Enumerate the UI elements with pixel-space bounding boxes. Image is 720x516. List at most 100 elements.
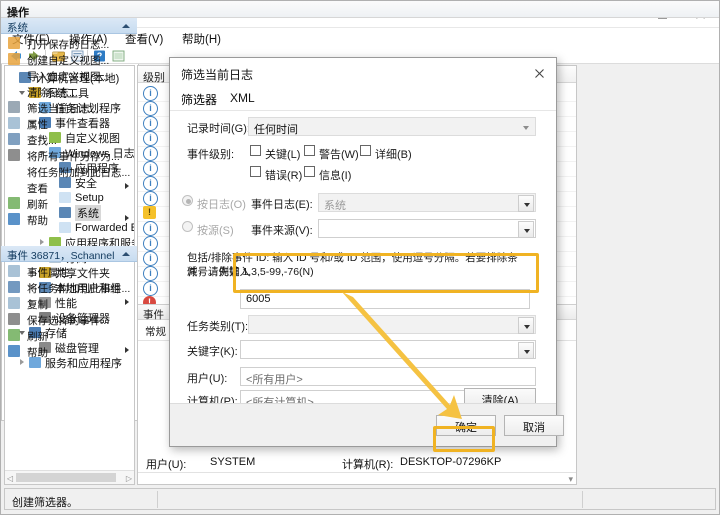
task-icon: [8, 281, 20, 293]
filter-icon: [8, 101, 20, 113]
detail-expand-caret[interactable]: ▾: [568, 474, 573, 484]
radio-by-source-label: 按源(S): [197, 225, 234, 237]
action-item-copy-icon[interactable]: 复制: [1, 295, 137, 311]
refresh-icon: [8, 197, 20, 209]
action-item-refresh-icon[interactable]: 刷新: [1, 195, 137, 211]
actions-group-system-label: 系统: [7, 22, 28, 34]
help-icon: [8, 345, 20, 357]
cancel-button[interactable]: 取消: [504, 415, 564, 436]
logged-combobox[interactable]: 任何时间: [248, 117, 536, 136]
dialog-close-icon[interactable]: [522, 58, 556, 88]
folder-open-icon: [8, 37, 20, 49]
status-bar: 创建筛选器。: [4, 488, 716, 510]
tree-twisty-right-icon[interactable]: [18, 358, 27, 367]
dialog-title: 筛选当前日志: [181, 68, 254, 82]
action-item-label: 筛选当前日志...: [27, 103, 99, 115]
chevron-up-icon-2[interactable]: [122, 252, 130, 256]
action-item-label: 将所有事件另存为...: [27, 151, 120, 163]
chevron-down-icon-eventsource[interactable]: [518, 221, 534, 238]
action-item-folder-open-icon[interactable]: 打开保存的日志...: [1, 35, 137, 51]
dialog-user-label: 用户(U):: [187, 373, 228, 385]
find-icon: [8, 133, 20, 145]
action-item-none[interactable]: 查看: [1, 179, 137, 195]
checkbox-critical-label: 关键(L): [265, 149, 301, 161]
properties-icon: [8, 117, 20, 129]
checkbox-critical[interactable]: [250, 145, 261, 156]
dialog-tabstrip: 筛选器 XML: [170, 88, 556, 112]
event-log-label: 事件日志(E):: [251, 199, 313, 211]
event-log-combobox[interactable]: 系统: [318, 193, 536, 212]
event-detail-header-label: 事件: [143, 309, 164, 321]
tab-xml[interactable]: XML: [230, 91, 255, 105]
chevron-down-icon-keywords[interactable]: [518, 342, 534, 359]
logged-label: 记录时间(G):: [187, 123, 250, 135]
tab-filter[interactable]: 筛选器: [177, 91, 221, 112]
detail-computer-label: 计算机(R):: [342, 459, 394, 471]
tree-horizontal-scrollbar[interactable]: ◁ ▷: [5, 470, 134, 484]
checkbox-warning[interactable]: [304, 145, 315, 156]
action-item-save-icon[interactable]: 保存选择的事件...: [1, 311, 137, 327]
tree-scroll-thumb[interactable]: [16, 473, 116, 482]
action-item-label: 刷新: [27, 199, 48, 211]
action-item-task-icon[interactable]: 将任务附加到此事件...: [1, 279, 137, 295]
checkbox-error[interactable]: [250, 166, 261, 177]
column-header-level-label: 级别: [143, 72, 165, 84]
radio-by-source[interactable]: [182, 221, 193, 232]
action-item-label: 帮助: [27, 347, 48, 359]
actions-group-system[interactable]: 系统: [1, 18, 137, 34]
status-bar-text: 创建筛选器。: [12, 497, 78, 509]
keywords-combobox[interactable]: [240, 340, 536, 359]
checkbox-verbose[interactable]: [360, 145, 371, 156]
action-item-help-icon[interactable]: 帮助: [1, 211, 137, 227]
submenu-arrow-icon[interactable]: [125, 183, 129, 189]
task-category-combobox[interactable]: [248, 315, 536, 334]
dialog-user-value: <所有用户>: [246, 374, 303, 386]
checkbox-warning-label: 警告(W): [319, 149, 359, 161]
action-item-save-icon[interactable]: 将所有事件另存为...: [1, 147, 137, 163]
save-icon: [8, 313, 20, 325]
ok-button[interactable]: 确定: [436, 415, 496, 436]
action-item-none[interactable]: 导入自定义视图...: [1, 67, 137, 83]
copy-icon: [8, 297, 20, 309]
checkbox-information[interactable]: [304, 166, 315, 177]
action-item-label: 查找...: [27, 135, 57, 147]
action-item-filter-icon[interactable]: 筛选当前日志...: [1, 99, 137, 115]
action-item-none[interactable]: 清除日志...: [1, 83, 137, 99]
chevron-up-icon[interactable]: [122, 24, 130, 28]
menu-help[interactable]: 帮助(H): [180, 31, 223, 47]
event-id-input[interactable]: 6005: [240, 289, 530, 309]
action-item-label: 保存选择的事件...: [27, 315, 110, 327]
action-item-properties-icon[interactable]: 事件属性: [1, 263, 137, 279]
actions-group-event-label: 事件 36871，Schannel: [7, 250, 115, 262]
submenu-arrow-icon[interactable]: [125, 215, 129, 221]
action-item-none[interactable]: 将任务附加到此日志...: [1, 163, 137, 179]
tab-general[interactable]: 常规: [145, 324, 166, 339]
keywords-label: 关键字(K):: [187, 346, 238, 358]
help-icon: [8, 213, 20, 225]
dialog-user-input[interactable]: <所有用户>: [240, 367, 536, 386]
event-id-value: 6005: [246, 293, 271, 305]
action-item-properties-icon[interactable]: 属性: [1, 115, 137, 131]
action-item-label: 刷新: [27, 331, 48, 343]
radio-by-log[interactable]: [182, 195, 193, 206]
actions-group-event[interactable]: 事件 36871，Schannel: [1, 246, 137, 262]
submenu-arrow-icon[interactable]: [125, 347, 129, 353]
action-item-label: 打开保存的日志...: [27, 39, 110, 51]
action-item-refresh-icon[interactable]: 刷新: [1, 327, 137, 343]
chevron-down-icon-eventlog[interactable]: [518, 195, 534, 212]
chevron-down-icon-taskcategory[interactable]: [518, 317, 534, 334]
event-source-label: 事件来源(V):: [251, 225, 313, 237]
submenu-arrow-icon[interactable]: [125, 299, 129, 305]
logged-value: 任何时间: [254, 124, 298, 136]
event-source-combobox[interactable]: [318, 219, 536, 238]
computer-management-window: 计算机管理 文件(F) 操作(A) 查看(V) 帮助(H): [0, 0, 720, 515]
action-item-help-icon[interactable]: 帮助: [1, 343, 137, 359]
action-item-label: 将任务附加到此事件...: [27, 283, 131, 295]
filter-current-log-dialog: 筛选当前日志 筛选器 XML 记录时间(G): 任何时间 事件级别: 关键(L)…: [169, 57, 564, 447]
action-item-find-icon[interactable]: 查找...: [1, 131, 137, 147]
chevron-down-icon-logged[interactable]: [518, 119, 534, 136]
event-log-value: 系统: [324, 200, 346, 212]
action-item-filter-icon[interactable]: 创建自定义视图...: [1, 51, 137, 67]
refresh-icon: [8, 329, 20, 341]
checkbox-information-label: 信息(I): [319, 170, 352, 182]
